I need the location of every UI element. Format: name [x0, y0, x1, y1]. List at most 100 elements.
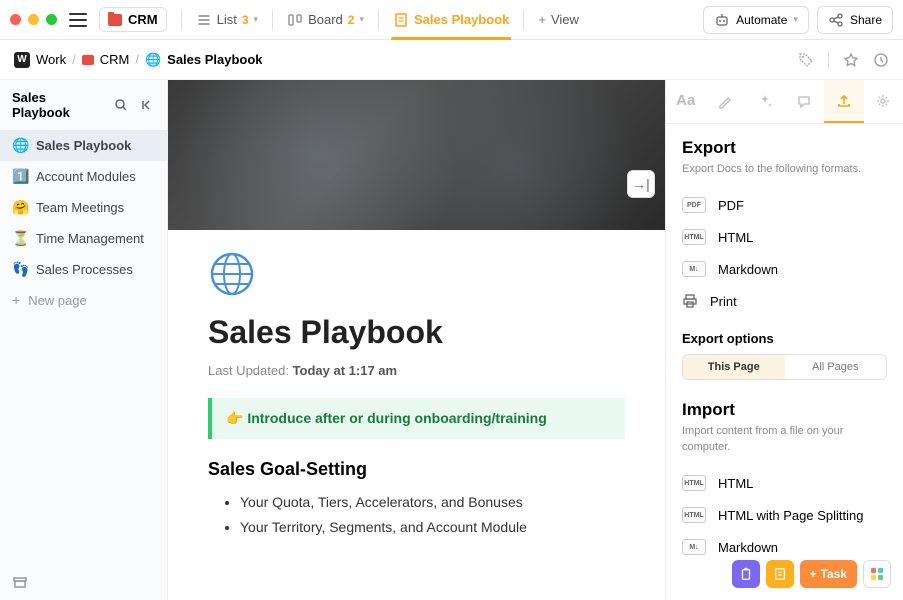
- add-view-label: View: [551, 12, 579, 27]
- search-icon[interactable]: [113, 97, 129, 113]
- minimize-window-button[interactable]: [28, 14, 39, 25]
- list-item[interactable]: Your Territory, Segments, and Account Mo…: [240, 515, 625, 540]
- close-window-button[interactable]: [10, 14, 21, 25]
- star-icon[interactable]: [843, 52, 859, 68]
- panel-tab-sparkle[interactable]: [745, 80, 785, 123]
- breadcrumb-workspace[interactable]: CRM: [100, 52, 130, 67]
- breadcrumb-separator: /: [135, 52, 139, 67]
- breadcrumb-page[interactable]: Sales Playbook: [167, 52, 262, 67]
- plus-icon: +: [810, 567, 817, 581]
- import-html-split[interactable]: HTMLHTML with Page Splitting: [682, 499, 887, 531]
- view-tab-list[interactable]: List 3 ▾: [186, 0, 268, 40]
- panel-tab-comments[interactable]: [785, 80, 825, 123]
- sidebar-item-time-management[interactable]: ⏳ Time Management: [0, 223, 167, 254]
- import-subtitle: Import content from a file on your compu…: [682, 424, 887, 455]
- chevron-down-icon: ▾: [359, 14, 364, 25]
- html-badge-icon: HTML: [682, 229, 706, 245]
- export-print[interactable]: Print: [682, 285, 887, 317]
- html-badge-icon: HTML: [682, 507, 706, 523]
- apps-grid-icon: [871, 568, 883, 580]
- import-html[interactable]: HTMLHTML: [682, 467, 887, 499]
- doc-icon: [393, 12, 409, 28]
- segment-this-page[interactable]: This Page: [683, 355, 785, 379]
- callout-block[interactable]: 👉 Introduce after or during onboarding/t…: [208, 398, 625, 439]
- markdown-badge-icon: M↓: [682, 539, 706, 555]
- import-markdown[interactable]: M↓Markdown: [682, 531, 887, 563]
- breadcrumb: W Work / CRM / 🌐 Sales Playbook: [0, 40, 903, 80]
- sidebar-item-label: Sales Processes: [36, 262, 133, 277]
- sidebar-item-account-modules[interactable]: 1️⃣ Account Modules: [0, 161, 167, 192]
- export-html[interactable]: HTMLHTML: [682, 221, 887, 253]
- bullet-list[interactable]: Your Quota, Tiers, Accelerators, and Bon…: [208, 490, 625, 540]
- new-task-button[interactable]: +Task: [800, 560, 857, 588]
- plus-icon: +: [538, 12, 546, 27]
- pdf-badge-icon: PDF: [682, 197, 706, 213]
- breadcrumb-separator: /: [72, 52, 76, 67]
- list-item[interactable]: Your Quota, Tiers, Accelerators, and Bon…: [240, 490, 625, 515]
- export-subtitle: Export Docs to the following formats.: [682, 162, 887, 177]
- one-icon: 1️⃣: [12, 168, 28, 185]
- history-icon[interactable]: [873, 52, 889, 68]
- sidebar-item-label: Sales Playbook: [36, 138, 131, 153]
- section-heading[interactable]: Sales Goal-Setting: [208, 459, 625, 480]
- html-badge-icon: HTML: [682, 475, 706, 491]
- right-panel: Aa Export Export Docs to the following f…: [665, 80, 903, 600]
- view-count: 2: [348, 13, 355, 27]
- tag-icon[interactable]: [798, 52, 814, 68]
- panel-tab-export[interactable]: [824, 80, 864, 123]
- automate-label: Automate: [736, 13, 787, 27]
- font-icon: Aa: [676, 92, 695, 109]
- view-tab-doc[interactable]: Sales Playbook: [383, 0, 519, 40]
- export-pdf[interactable]: PDFPDF: [682, 189, 887, 221]
- view-tab-label: Sales Playbook: [414, 12, 509, 27]
- export-scope-segment: This Page All Pages: [682, 354, 887, 380]
- export-icon: [836, 93, 852, 109]
- workspace-root-icon[interactable]: W: [14, 52, 30, 68]
- floating-action-bar: +Task: [732, 560, 891, 588]
- panel-tab-typography[interactable]: Aa: [666, 80, 706, 123]
- share-button[interactable]: Share: [817, 6, 893, 34]
- export-heading: Export: [682, 138, 887, 158]
- globe-icon[interactable]: [208, 250, 256, 298]
- clipboard-button[interactable]: [732, 560, 760, 588]
- view-tab-board[interactable]: Board 2 ▾: [277, 0, 374, 40]
- note-button[interactable]: [766, 560, 794, 588]
- print-icon: [682, 293, 698, 309]
- plus-icon: +: [12, 292, 20, 308]
- panel-tab-ai[interactable]: [706, 80, 746, 123]
- automate-button[interactable]: Automate ▾: [703, 6, 809, 34]
- window-controls: [10, 14, 57, 25]
- sidebar-item-sales-playbook[interactable]: 🌐 Sales Playbook: [0, 130, 167, 161]
- export-markdown[interactable]: M↓Markdown: [682, 253, 887, 285]
- collapse-sidebar-icon[interactable]: [139, 97, 155, 113]
- breadcrumb-work[interactable]: Work: [36, 52, 66, 67]
- chevron-down-icon: ▾: [254, 14, 259, 25]
- share-icon: [828, 12, 844, 28]
- sidebar-item-team-meetings[interactable]: 🤗 Team Meetings: [0, 192, 167, 223]
- folder-icon: [82, 55, 94, 65]
- maximize-window-button[interactable]: [46, 14, 57, 25]
- hero-image: [168, 80, 665, 230]
- view-count: 3: [242, 13, 249, 27]
- apps-button[interactable]: [863, 560, 891, 588]
- new-page-button[interactable]: + New page: [0, 285, 167, 315]
- pen-icon: [717, 93, 733, 109]
- workspace-badge[interactable]: CRM: [99, 7, 167, 32]
- board-icon: [287, 12, 303, 28]
- import-heading: Import: [682, 400, 887, 420]
- topbar: CRM List 3 ▾ Board 2 ▾ Sales Playbook + …: [0, 0, 903, 40]
- view-tab-label: List: [217, 12, 237, 27]
- segment-all-pages[interactable]: All Pages: [785, 355, 887, 379]
- sidebar-title: Sales Playbook: [12, 90, 107, 120]
- menu-icon[interactable]: [69, 13, 87, 27]
- new-page-label: New page: [28, 293, 87, 308]
- archive-icon[interactable]: [12, 574, 28, 590]
- document-area: →| Sales Playbook Last Updated: Today at…: [168, 80, 665, 600]
- add-view-button[interactable]: + View: [528, 0, 589, 40]
- sidebar-item-sales-processes[interactable]: 👣 Sales Processes: [0, 254, 167, 285]
- last-updated: Last Updated: Today at 1:17 am: [208, 363, 625, 378]
- panel-tab-settings[interactable]: [864, 80, 903, 123]
- page-title[interactable]: Sales Playbook: [208, 314, 625, 351]
- workspace-name: CRM: [128, 12, 158, 27]
- collapse-panel-button[interactable]: →|: [627, 170, 655, 198]
